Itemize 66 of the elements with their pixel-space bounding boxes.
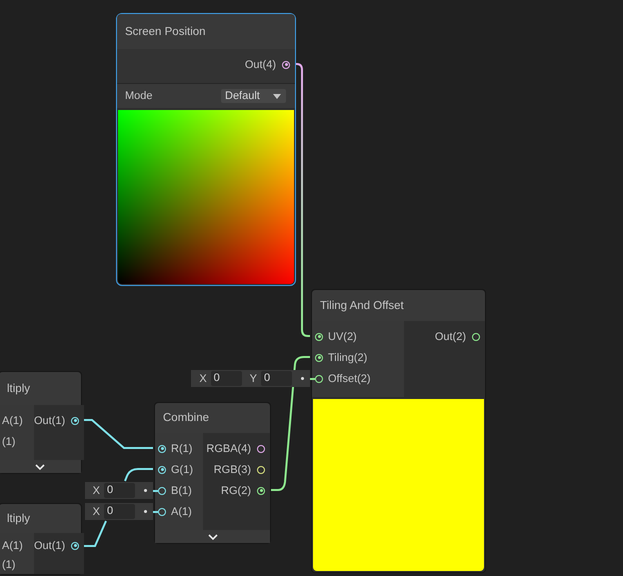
caret-icon [273,94,281,98]
input-port[interactable] [158,486,166,494]
port-label: A(1) [2,414,23,426]
output-port[interactable] [282,60,290,68]
port-label: (1) [2,558,16,570]
connector-dot [144,489,147,492]
port-label: Tiling(2) [328,352,368,364]
output-port[interactable] [71,416,80,424]
number-input[interactable]: 0 [104,504,135,519]
wire-stub [153,490,158,492]
input-port[interactable] [315,354,323,362]
axis-label: X [92,506,100,518]
port-label: Out(1) [34,414,66,426]
port-label: RG(2) [221,484,251,496]
port-label: (1) [2,436,16,448]
port-label: A(1) [171,506,192,518]
number-input[interactable]: 0 [210,371,242,386]
input-port[interactable] [158,444,166,452]
output-port[interactable] [257,444,265,452]
number-input[interactable]: 0 [261,371,292,386]
axis-label: X [199,372,207,384]
node-title: ltiply [7,382,30,394]
output-port[interactable] [257,466,265,474]
value-field[interactable]: X 0 Y 0 [191,370,310,387]
connection-wire[interactable] [124,468,153,482]
axis-label: Y [250,372,257,384]
wire-stub [310,378,315,380]
port-label: UV(2) [328,330,357,342]
connection-wire[interactable] [271,356,310,491]
mode-dropdown[interactable]: Default [221,89,286,103]
graph-node[interactable]: ltiply A(1) (1) Out(1) [0,503,82,575]
number-input[interactable]: 0 [104,483,135,498]
setting-label: Mode [125,90,153,102]
input-port[interactable] [315,332,323,340]
connector-dot [144,510,147,513]
connection-wire[interactable] [294,63,310,337]
value-field[interactable]: X 0 [84,482,153,499]
input-port[interactable] [315,374,323,382]
port-label: G(1) [171,464,193,476]
port-label: Out(4) [244,58,276,70]
chevron-icon [35,464,45,470]
chevron-icon [208,534,218,540]
output-port[interactable] [71,542,80,550]
port-label: RGBA(4) [206,442,251,454]
graph-node[interactable]: ltiply A(1) (1) Out(1) [0,371,82,474]
value-field[interactable]: X 0 [84,503,153,520]
port-label: Out(1) [34,540,66,552]
output-port[interactable] [472,332,480,340]
port-label: Offset(2) [328,372,371,384]
axis-label: X [92,484,100,496]
port-label: B(1) [171,484,192,496]
port-label: R(1) [171,442,192,454]
node-title: ltiply [7,512,30,524]
output-port[interactable] [257,486,265,494]
port-label: RGB(3) [214,464,251,476]
port-label: Out(2) [434,330,466,342]
node-title: Tiling And Offset [320,300,404,312]
input-port[interactable] [158,508,166,516]
connection-wire[interactable] [83,520,107,547]
port-label: A(1) [2,540,23,552]
input-port[interactable] [158,466,166,474]
connection-wire[interactable] [83,419,153,449]
connector-dot [301,377,304,380]
graph-node[interactable]: Screen Position Out(4) Mode Default [116,13,296,286]
wire-stub [153,511,158,512]
node-title: Screen Position [125,26,206,38]
